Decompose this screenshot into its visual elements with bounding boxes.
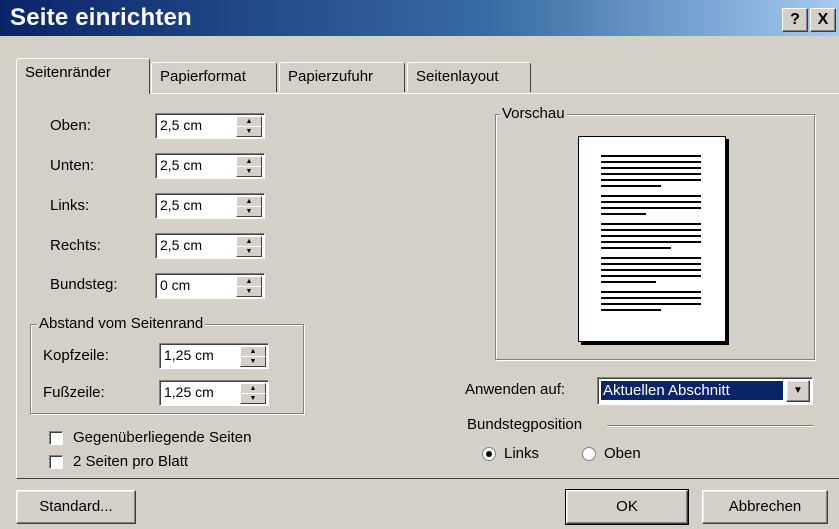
preview-line: [601, 179, 701, 181]
gutter-left-radio[interactable]: [482, 447, 496, 461]
preview-line: [601, 257, 701, 259]
header-distance-spinner[interactable]: 1,25 cm ▲ ▼: [159, 343, 269, 369]
close-button[interactable]: X: [810, 8, 836, 32]
mirror-margins-checkbox[interactable]: [49, 431, 63, 445]
tab-papierzufuhr[interactable]: Papierzufuhr: [279, 62, 405, 92]
gutter-position-title: Bundstegposition: [467, 416, 583, 433]
preview-line: [601, 201, 701, 203]
two-pages-checkbox[interactable]: [49, 455, 63, 469]
right-margin-label: Rechts:: [50, 237, 101, 254]
top-margin-spinner[interactable]: 2,5 cm ▲ ▼: [155, 113, 265, 139]
tab-label: Seitenlayout: [416, 68, 499, 85]
ok-button[interactable]: OK: [565, 489, 689, 525]
preview-group: Vorschau: [495, 105, 815, 360]
preview-line: [601, 235, 701, 237]
gutter-value[interactable]: 0 cm: [160, 277, 190, 293]
tab-seitenlayout[interactable]: Seitenlayout: [407, 62, 531, 92]
window-title: Seite einrichten: [10, 4, 192, 31]
apply-to-select[interactable]: Aktuellen Abschnitt ▼: [597, 377, 813, 405]
tab-panel-margins: Oben: 2,5 cm ▲ ▼ Unten: 2,5 cm ▲ ▼ Links: …: [16, 93, 839, 479]
header-distance-value[interactable]: 1,25 cm: [164, 347, 214, 363]
preview-line: [601, 275, 701, 277]
preview-line: [601, 263, 701, 265]
preview-line: [601, 173, 701, 175]
bottom-margin-label: Unten:: [50, 157, 95, 174]
preview-line: [601, 223, 701, 225]
right-margin-spinner[interactable]: 2,5 cm ▲ ▼: [155, 233, 265, 259]
top-margin-value[interactable]: 2,5 cm: [160, 117, 202, 133]
tab-label: Papierzufuhr: [288, 68, 374, 85]
tab-label: Papierformat: [160, 68, 246, 85]
bottom-margin-spinner[interactable]: 2,5 cm ▲ ▼: [155, 153, 265, 179]
preview-line: [601, 247, 671, 249]
left-margin-spinner[interactable]: 2,5 cm ▲ ▼: [155, 193, 265, 219]
page-preview: [578, 136, 726, 342]
top-margin-label: Oben:: [50, 117, 91, 134]
radio-selected-dot: [486, 451, 492, 457]
tab-label: Seitenränder: [25, 64, 111, 81]
bottom-margin-value[interactable]: 2,5 cm: [160, 157, 202, 173]
preview-line: [601, 309, 661, 311]
two-pages-label[interactable]: 2 Seiten pro Blatt: [73, 453, 188, 470]
spin-down-icon[interactable]: ▼: [236, 166, 262, 177]
preview-line: [601, 303, 701, 305]
tab-seitenraender[interactable]: Seitenränder: [16, 58, 150, 94]
header-distance-label: Kopfzeile:: [43, 347, 109, 364]
preview-line: [601, 185, 661, 187]
edge-distance-group: Abstand vom Seitenrand Kopfzeile: 1,25 c…: [30, 315, 304, 414]
apply-to-label: Anwenden auf:: [465, 381, 566, 398]
separator: [607, 425, 813, 427]
preview-line: [601, 281, 656, 283]
preview-line: [601, 269, 701, 271]
spin-down-icon[interactable]: ▼: [240, 356, 266, 367]
right-margin-value[interactable]: 2,5 cm: [160, 237, 202, 253]
apply-to-value: Aktuellen Abschnitt: [601, 381, 783, 400]
preview-line: [601, 167, 701, 169]
spin-down-icon[interactable]: ▼: [240, 393, 266, 404]
preview-line: [601, 161, 701, 163]
preview-line: [601, 195, 701, 197]
gutter-top-label[interactable]: Oben: [604, 445, 641, 462]
mirror-margins-label[interactable]: Gegenüberliegende Seiten: [73, 429, 251, 446]
preview-title: Vorschau: [500, 105, 567, 122]
default-button[interactable]: Standard...: [16, 490, 136, 524]
gutter-spinner[interactable]: 0 cm ▲ ▼: [155, 273, 265, 299]
tab-papierformat[interactable]: Papierformat: [151, 62, 277, 92]
spin-down-icon[interactable]: ▼: [236, 246, 262, 257]
preview-line: [601, 229, 701, 231]
spin-down-icon[interactable]: ▼: [236, 126, 262, 137]
gutter-top-radio[interactable]: [582, 447, 596, 461]
preview-line: [601, 297, 701, 299]
left-margin-value[interactable]: 2,5 cm: [160, 197, 202, 213]
spin-down-icon[interactable]: ▼: [236, 286, 262, 297]
spin-down-icon[interactable]: ▼: [236, 206, 262, 217]
footer-distance-value[interactable]: 1,25 cm: [164, 384, 214, 400]
title-bar[interactable]: Seite einrichten ? X: [0, 0, 839, 36]
footer-distance-label: Fußzeile:: [43, 384, 105, 401]
preview-line: [601, 241, 701, 243]
gutter-label: Bundsteg:: [50, 276, 118, 293]
gutter-left-label[interactable]: Links: [504, 445, 539, 462]
help-button[interactable]: ?: [782, 8, 808, 32]
edge-distance-group-title: Abstand vom Seitenrand: [37, 315, 206, 332]
footer-distance-spinner[interactable]: 1,25 cm ▲ ▼: [159, 380, 269, 406]
chevron-down-icon[interactable]: ▼: [786, 380, 810, 402]
preview-line: [601, 155, 701, 157]
left-margin-label: Links:: [50, 197, 90, 214]
cancel-button[interactable]: Abbrechen: [702, 490, 828, 524]
preview-line: [601, 207, 701, 209]
preview-line: [601, 291, 701, 293]
preview-line: [601, 213, 646, 215]
